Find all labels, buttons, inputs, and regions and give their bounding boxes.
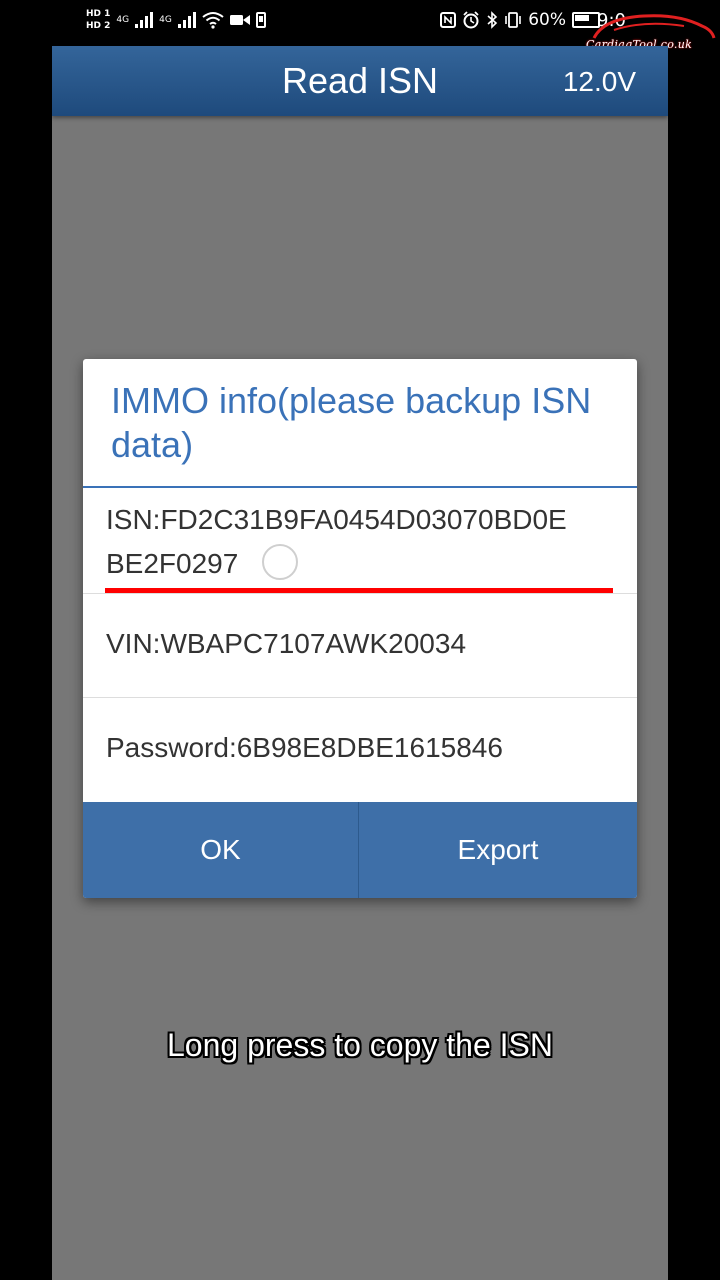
immo-info-dialog: IMMO info(please backup ISN data) ISN:FD… (83, 359, 637, 898)
dialog-buttons: OK Export (83, 802, 637, 898)
status-right-icons: 60% (440, 10, 600, 30)
nfc-icon (440, 12, 457, 28)
isn-line-1: ISN:FD2C31B9FA0454D03070BD0E (106, 504, 567, 535)
signal-1-icon (135, 12, 154, 28)
hd-top-label: HD 1 (86, 9, 111, 19)
network-2-label: 4G (159, 15, 172, 25)
password-row[interactable]: Password:6B98E8DBE1615846 (83, 698, 637, 802)
export-button[interactable]: Export (359, 802, 637, 898)
alarm-icon (463, 11, 479, 29)
bluetooth-icon (487, 11, 498, 29)
touch-indicator-icon (262, 544, 298, 580)
signal-2-icon (177, 12, 196, 28)
sim-icon (255, 12, 266, 28)
dialog-title: IMMO info(please backup ISN data) (111, 380, 592, 465)
app-bar: Read ISN 12.0V (52, 46, 668, 116)
video-caption: Long press to copy the ISN (167, 1027, 553, 1063)
hd-badge: HD 1 HD 2 (86, 8, 110, 32)
password-text: Password:6B98E8DBE1615846 (106, 732, 503, 763)
status-left-icons: HD 1 HD 2 4G 4G (86, 8, 266, 32)
voltage-readout: 12.0V (562, 66, 636, 97)
isn-row[interactable]: ISN:FD2C31B9FA0454D03070BD0E BE2F0297 (83, 488, 637, 594)
vin-text: VIN:WBAPC7107AWK20034 (106, 628, 467, 659)
video-icon (229, 15, 250, 25)
hd-bottom-label: HD 2 (86, 21, 111, 31)
network-1-label: 4G (116, 15, 130, 25)
vin-row[interactable]: VIN:WBAPC7107AWK20034 (83, 594, 637, 697)
wifi-icon (202, 12, 224, 29)
battery-percent: 60% (528, 10, 566, 30)
vibrate-icon (505, 12, 522, 28)
ok-button[interactable]: OK (83, 802, 358, 898)
isn-line-2: BE2F0297 (106, 548, 239, 579)
